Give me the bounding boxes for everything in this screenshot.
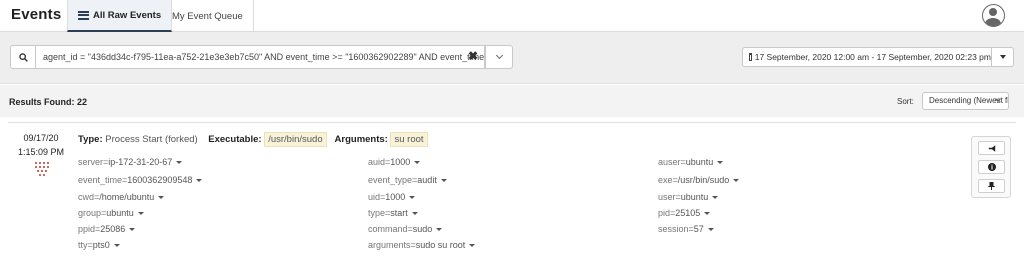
event-date: 09/17/20	[23, 133, 59, 143]
date-range-dropdown[interactable]	[991, 47, 1014, 67]
caret-down-icon	[440, 179, 447, 182]
filter-bar: agent_id = "436dd34c-f795-11ea-a752-21e3…	[0, 32, 1024, 84]
caret-down-icon	[176, 161, 183, 164]
caret-down-icon	[707, 228, 714, 231]
caret-down-icon	[717, 161, 724, 164]
type-label: Type:	[78, 134, 103, 145]
sort-label: Sort:	[897, 97, 914, 106]
caret-down-icon	[436, 228, 443, 231]
field-uid[interactable]: uid= 1000	[368, 192, 416, 202]
event-card: 09/17/20 1:15:09 PM Type: Process Start …	[8, 122, 1016, 267]
tab-my-event-queue[interactable]: My Event Queue	[162, 0, 254, 32]
list-icon	[78, 10, 89, 20]
info-icon	[987, 163, 996, 171]
tab-all-raw-events[interactable]: All Raw Events	[67, 0, 173, 32]
caret-down-icon	[409, 196, 416, 199]
field-type[interactable]: type= start	[368, 208, 418, 218]
tab-label: My Event Queue	[172, 10, 243, 22]
field-server[interactable]: server= ip-172-31-20-67	[78, 157, 183, 167]
caret-down-icon	[469, 244, 476, 247]
query-dropdown-button[interactable]	[485, 45, 513, 69]
pin-button[interactable]	[978, 179, 1005, 193]
chevron-down-icon	[495, 51, 503, 60]
arguments-label: Arguments:	[334, 134, 388, 145]
megaphone-icon	[988, 144, 995, 152]
caret-down-icon	[113, 244, 120, 247]
field-command[interactable]: command= sudo	[368, 224, 443, 234]
info-button[interactable]	[978, 160, 1005, 174]
caret-down-icon	[137, 212, 144, 215]
search-button[interactable]	[10, 45, 36, 69]
event-timestamp: 09/17/20 1:15:09 PM	[8, 123, 74, 268]
query-input[interactable]: agent_id = "436dd34c-f795-11ea-a752-21e3…	[36, 45, 485, 69]
caret-down-icon	[704, 212, 711, 215]
field-auid[interactable]: auid= 1000	[368, 157, 421, 167]
caret-down-icon	[999, 55, 1006, 59]
field-exe[interactable]: exe=/usr/bin/sudo	[658, 175, 740, 185]
field-session[interactable]: session= 57	[658, 224, 714, 234]
page-title: Events	[11, 6, 62, 23]
event-summary: Type: Process Start (forked) Executable:…	[78, 132, 428, 147]
caret-down-icon	[712, 196, 719, 199]
field-tty[interactable]: tty= pts0	[78, 240, 120, 250]
caret-down-icon	[414, 161, 421, 164]
caret-down-icon	[196, 179, 203, 182]
date-range-picker[interactable]: 17 September, 2020 12:00 am - 17 Septemb…	[742, 47, 992, 67]
caret-down-icon	[411, 212, 418, 215]
field-ppid[interactable]: ppid= 25086	[78, 224, 136, 234]
results-count: Results Found: 22	[9, 97, 88, 107]
tab-label: All Raw Events	[93, 9, 162, 21]
caret-down-icon	[129, 228, 136, 231]
field-group[interactable]: group= ubuntu	[78, 208, 144, 218]
calendar-icon	[749, 53, 752, 61]
field-arguments[interactable]: arguments= sudo su root	[368, 240, 476, 250]
field-cwd[interactable]: cwd=/home/ubuntu	[78, 192, 165, 202]
caret-down-icon	[158, 196, 165, 199]
megaphone-button[interactable]	[978, 141, 1005, 155]
top-bar: Events All Raw Events My Event Queue	[0, 0, 1024, 32]
executable-value[interactable]: /usr/bin/sudo	[264, 132, 327, 147]
severity-dots-icon	[35, 162, 49, 178]
field-pid[interactable]: pid= 25105	[658, 208, 711, 218]
executable-label: Executable:	[208, 134, 262, 145]
close-icon[interactable]: ✖	[468, 49, 478, 63]
search-icon	[18, 52, 28, 62]
type-value: Process Start (forked)	[105, 134, 198, 145]
sort-select[interactable]: Descending (Newest first)	[922, 92, 1009, 110]
pin-icon	[988, 182, 995, 190]
field-auser[interactable]: auser= ubuntu	[658, 157, 724, 167]
results-bar: Results Found: 22 Sort: Descending (Newe…	[0, 85, 1024, 117]
date-range-label: 17 September, 2020 12:00 am - 17 Septemb…	[754, 52, 991, 62]
user-avatar-icon[interactable]	[982, 4, 1005, 27]
field-event-time[interactable]: event_time= 1600362909548	[78, 175, 203, 185]
arguments-value[interactable]: su root	[390, 132, 428, 147]
field-user[interactable]: user= ubuntu	[658, 192, 719, 202]
caret-down-icon	[733, 179, 740, 182]
event-time: 1:15:09 PM	[17, 147, 65, 157]
event-actions	[971, 136, 1011, 198]
field-event-type[interactable]: event_type= audit	[368, 175, 447, 185]
